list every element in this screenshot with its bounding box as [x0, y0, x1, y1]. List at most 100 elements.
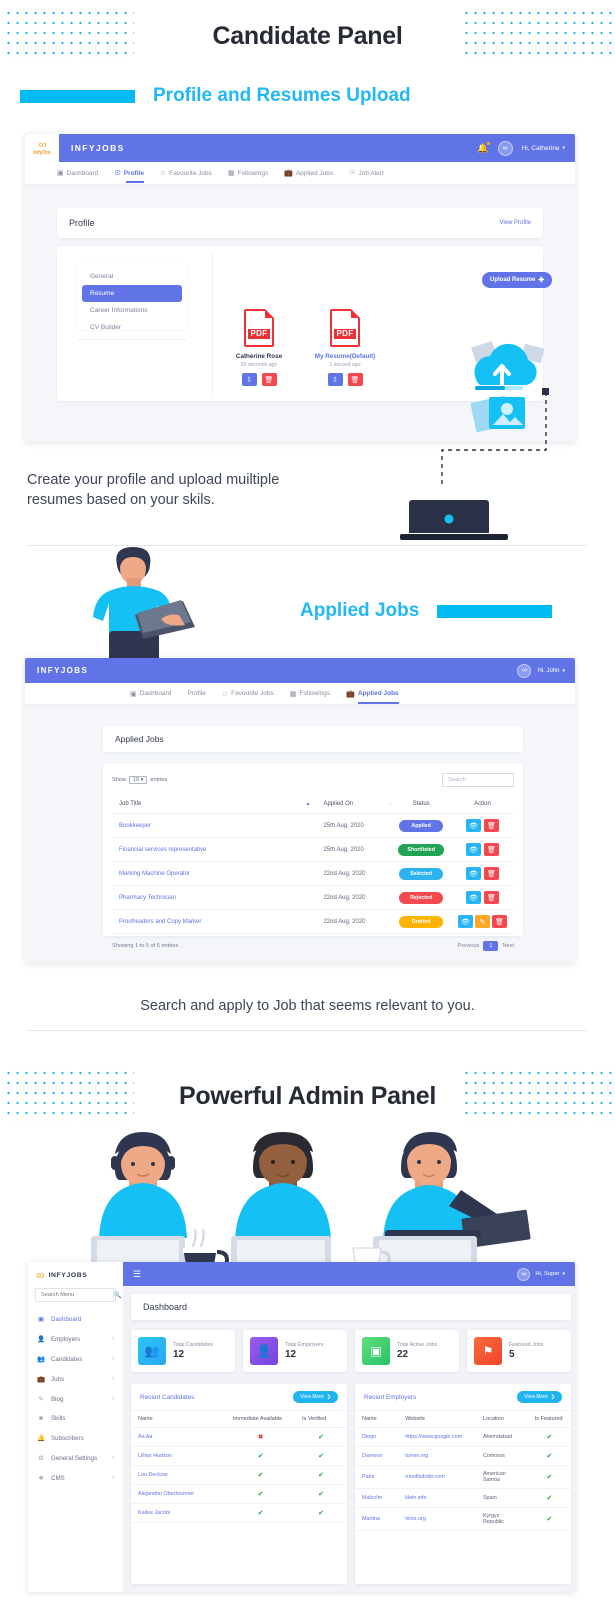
- table-row[interactable]: Financial services representative 25th A…: [112, 837, 514, 862]
- cell-name[interactable]: Paris: [355, 1465, 399, 1489]
- table-row[interactable]: Malcolm klein.info Spain ✔: [355, 1488, 571, 1508]
- resume-file-1[interactable]: PDF Catherine Rose 20 seconds ago ⇩ 🗑: [227, 308, 291, 386]
- cell-website[interactable]: https://www.google.com: [398, 1427, 476, 1447]
- job-link[interactable]: Bookkeeper: [119, 823, 151, 829]
- cell-job-title[interactable]: Marking Machine Operator: [112, 861, 317, 886]
- entries-select[interactable]: 10 ▾: [129, 776, 148, 784]
- cell-website[interactable]: turner.org: [398, 1446, 476, 1466]
- stat-card-featured-jobs[interactable]: ⚑ Featured Jobs 5: [467, 1330, 571, 1372]
- user-menu[interactable]: Hi, Catherine ▾: [522, 145, 565, 152]
- trash-icon[interactable]: 🗑: [347, 373, 363, 386]
- user-menu[interactable]: Hi, Super ▾: [535, 1271, 565, 1277]
- cell-name[interactable]: Dameon: [355, 1446, 399, 1466]
- cell-job-title[interactable]: Proofreaders and Copy Marker: [112, 909, 317, 934]
- cell-website[interactable]: hintz.org: [398, 1507, 476, 1531]
- eye-icon[interactable]: 👁: [457, 915, 473, 928]
- cell-name[interactable]: Lou Deckow: [131, 1465, 227, 1485]
- cell-job-title[interactable]: Financial services representative: [112, 837, 317, 862]
- cell-name[interactable]: Malcolm: [355, 1488, 399, 1508]
- search-menu[interactable]: 🔍: [35, 1288, 121, 1302]
- upload-resume-button[interactable]: Upload Resume ✚: [482, 272, 553, 288]
- trash-icon[interactable]: 🗑: [483, 891, 499, 904]
- nav-favourite-jobs[interactable]: ☆ Favourite Jobs: [160, 169, 212, 178]
- notification-bell-icon[interactable]: 🔔: [477, 141, 490, 154]
- table-row[interactable]: Diego https://www.google.com Ahemdabad ✔: [355, 1427, 571, 1447]
- cell-name[interactable]: Kailee Jacobi: [131, 1503, 227, 1523]
- search-icon[interactable]: 🔍: [113, 1289, 121, 1301]
- cell-website[interactable]: klein.info: [398, 1488, 476, 1508]
- nav-applied-jobs[interactable]: 💼 Applied Jobs: [346, 690, 399, 704]
- stat-card-total-candidates[interactable]: 👥 Total Candidates 12: [131, 1330, 235, 1372]
- sidebar-item-jobs[interactable]: 💼 Jobs ›: [28, 1369, 123, 1389]
- view-more-button[interactable]: View More ❯: [293, 1391, 338, 1403]
- resume-file-2[interactable]: PDF My Resume(Default) 1 second ago ⇩ 🗑: [310, 308, 380, 386]
- col-applied-on[interactable]: Applied On ↕: [316, 795, 392, 814]
- table-row[interactable]: Alejandrin Oberbrunner ✔ ✔: [131, 1484, 347, 1504]
- nav-favourite-jobs[interactable]: ☆ Favourite Jobs: [222, 690, 274, 698]
- table-row[interactable]: Aa Aa ✖ ✔: [131, 1427, 347, 1447]
- sidebar-item-dashboard[interactable]: ▣ Dashboard: [28, 1309, 123, 1329]
- cell-name[interactable]: Diego: [355, 1427, 399, 1447]
- cell-name[interactable]: Lillian Hudson: [131, 1446, 227, 1466]
- eye-icon[interactable]: 👁: [465, 867, 481, 880]
- side-menu-cv-builder[interactable]: CV Builder: [82, 319, 182, 336]
- sidebar-item-employers[interactable]: 👤 Employers ›: [28, 1329, 123, 1349]
- stat-card-total-active-jobs[interactable]: ▣ Total Active Jobs 22: [355, 1330, 459, 1372]
- side-menu-resume[interactable]: Resume: [82, 285, 182, 302]
- pagination-next[interactable]: Next: [502, 943, 514, 949]
- table-row[interactable]: Pharmacy Technician 22nd Aug, 2020 Rejec…: [112, 885, 514, 910]
- trash-icon[interactable]: 🗑: [483, 843, 499, 856]
- edit-icon[interactable]: ✎: [474, 915, 490, 928]
- nav-job-alert[interactable]: ☉ Job Alert: [349, 169, 384, 178]
- cell-name[interactable]: Martina: [355, 1507, 399, 1531]
- eye-icon[interactable]: 👁: [465, 819, 481, 832]
- table-row[interactable]: Dameon turner.org Comoros ✔: [355, 1446, 571, 1466]
- trash-icon[interactable]: 🗑: [261, 373, 277, 386]
- nav-profile[interactable]: Profile: [187, 690, 205, 697]
- eye-icon[interactable]: 👁: [465, 891, 481, 904]
- sidebar-item-blog[interactable]: ✎ Blog ›: [28, 1389, 123, 1409]
- cell-name[interactable]: Aa Aa: [131, 1427, 227, 1447]
- entries-selector[interactable]: Show 10 ▾ entries: [112, 776, 167, 784]
- sidebar-item-subscribers[interactable]: 🔔 Subscribers: [28, 1428, 123, 1448]
- trash-icon[interactable]: 🗑: [483, 819, 499, 832]
- cell-job-title[interactable]: Bookkeeper: [112, 813, 317, 838]
- view-more-button[interactable]: View More ❯: [517, 1391, 562, 1403]
- job-link[interactable]: Proofreaders and Copy Marker: [119, 919, 201, 925]
- nav-applied-jobs[interactable]: 💼 Applied Jobs: [284, 169, 333, 178]
- download-icon[interactable]: ⇩: [327, 373, 343, 386]
- job-link[interactable]: Marking Machine Operator: [119, 871, 190, 877]
- table-row[interactable]: Kailee Jacobi ✔ ✔: [131, 1503, 347, 1523]
- sidebar-item-cms[interactable]: ❖ CMS ›: [28, 1468, 123, 1488]
- search-input[interactable]: Search: [442, 773, 514, 787]
- cell-job-title[interactable]: Pharmacy Technician: [112, 885, 317, 910]
- user-menu[interactable]: Hi, John ▾: [537, 668, 565, 674]
- trash-icon[interactable]: 🗑: [491, 915, 507, 928]
- nav-followings[interactable]: ▦ Followings: [290, 690, 330, 698]
- sidebar-item-skills[interactable]: ■ Skills: [28, 1409, 123, 1428]
- table-row[interactable]: Martina hintz.org Kyrgyz Republic ✔: [355, 1507, 571, 1531]
- download-icon[interactable]: ⇩: [241, 373, 257, 386]
- pagination-page-1[interactable]: 1: [483, 941, 499, 951]
- cell-name[interactable]: Alejandrin Oberbrunner: [131, 1484, 227, 1504]
- table-row[interactable]: Paris runolfsdottir.com American Samoa ✔: [355, 1465, 571, 1489]
- nav-profile[interactable]: ☉ Profile: [114, 169, 144, 183]
- nav-followings[interactable]: ▦ Followings: [228, 169, 268, 178]
- sidebar-item-general-settings[interactable]: ⚙ General Settings ›: [28, 1448, 123, 1468]
- table-row[interactable]: Lillian Hudson ✔ ✔: [131, 1446, 347, 1466]
- trash-icon[interactable]: 🗑: [483, 867, 499, 880]
- nav-dashboard[interactable]: ▣ Dashboard: [130, 690, 171, 698]
- table-row[interactable]: Lou Deckow ✔ ✔: [131, 1465, 347, 1485]
- cell-website[interactable]: runolfsdottir.com: [398, 1465, 476, 1489]
- search-menu-input[interactable]: [36, 1292, 113, 1298]
- table-row[interactable]: Proofreaders and Copy Marker 22nd Aug, 2…: [112, 909, 514, 934]
- side-menu-career-informations[interactable]: Career Informations: [82, 302, 182, 319]
- eye-icon[interactable]: 👁: [465, 843, 481, 856]
- stat-card-total-employers[interactable]: 👤 Total Employers 12: [243, 1330, 347, 1372]
- sidebar-item-candidates[interactable]: 👥 Candidates ›: [28, 1349, 123, 1369]
- hamburger-icon[interactable]: ☰: [133, 1269, 141, 1280]
- view-profile-link[interactable]: View Profile: [499, 220, 531, 226]
- table-row[interactable]: Bookkeeper 25th Aug, 2020 Applied 👁 🗑: [112, 813, 514, 838]
- col-job-title[interactable]: Job Title ▲: [112, 795, 317, 814]
- job-link[interactable]: Financial services representative: [119, 847, 206, 853]
